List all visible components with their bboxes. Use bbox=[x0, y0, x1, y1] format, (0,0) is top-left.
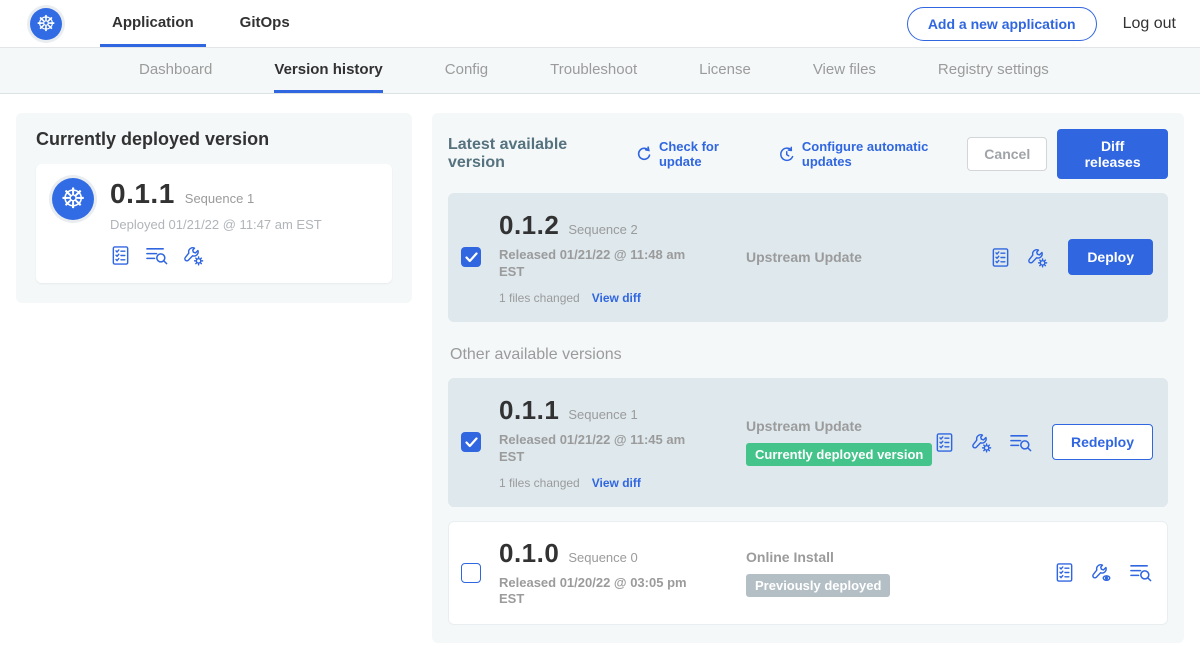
release-notes-icon[interactable] bbox=[934, 432, 955, 453]
latest-version-title: Latest available version bbox=[448, 136, 614, 172]
edit-config-icon[interactable] bbox=[182, 244, 205, 267]
release-notes-icon[interactable] bbox=[1054, 562, 1075, 583]
release-notes-icon[interactable] bbox=[110, 245, 131, 266]
source-label: Upstream Update bbox=[746, 249, 990, 265]
app-sub-nav: Dashboard Version history Config Trouble… bbox=[0, 48, 1200, 94]
tab-application[interactable]: Application bbox=[100, 0, 206, 47]
version-history-panel: Latest available version Check for updat… bbox=[432, 113, 1184, 643]
sequence-label: Sequence 1 bbox=[568, 407, 637, 422]
deployed-version-number: 0.1.1 bbox=[110, 178, 175, 210]
view-diff-link[interactable]: View diff bbox=[592, 476, 641, 490]
check-update-icon bbox=[636, 145, 653, 163]
subnav-tab-config[interactable]: Config bbox=[445, 48, 488, 93]
top-nav-tabs: Application GitOps bbox=[100, 0, 302, 47]
version-actions: Deploy bbox=[990, 239, 1153, 275]
checkmark-icon bbox=[465, 252, 478, 263]
logout-link[interactable]: Log out bbox=[1123, 15, 1176, 33]
version-checkbox[interactable] bbox=[461, 563, 481, 583]
currently-deployed-badge: Currently deployed version bbox=[746, 443, 932, 466]
app-window: ☸ Application GitOps Add a new applicati… bbox=[0, 0, 1200, 634]
version-source: Online Install Previously deployed bbox=[704, 549, 1054, 597]
sequence-label: Sequence 0 bbox=[568, 550, 637, 565]
version-number: 0.1.1 bbox=[499, 395, 559, 426]
version-actions bbox=[1054, 561, 1153, 584]
auto-update-icon bbox=[778, 145, 795, 164]
latest-version-header: Latest available version Check for updat… bbox=[448, 129, 1168, 179]
cancel-button[interactable]: Cancel bbox=[967, 137, 1047, 171]
currently-deployed-card: Currently deployed version ☸ 0.1.1 Seque… bbox=[16, 113, 412, 303]
helm-wheel-glyph: ☸ bbox=[60, 185, 85, 213]
view-files-icon[interactable] bbox=[1128, 562, 1153, 583]
version-number: 0.1.0 bbox=[499, 538, 559, 569]
deployed-version-card: ☸ 0.1.1 Sequence 1 Deployed 01/21/22 @ 1… bbox=[36, 164, 392, 283]
version-info: 0.1.2 Sequence 2 Released 01/21/22 @ 11:… bbox=[499, 210, 704, 305]
subnav-tab-dashboard[interactable]: Dashboard bbox=[139, 48, 212, 93]
main-content: Currently deployed version ☸ 0.1.1 Seque… bbox=[0, 94, 1200, 662]
version-actions: Redeploy bbox=[934, 424, 1153, 460]
released-timestamp: Released 01/20/22 @ 03:05 pm EST bbox=[499, 575, 689, 609]
view-config-icon[interactable] bbox=[1090, 561, 1113, 584]
released-timestamp: Released 01/21/22 @ 11:45 am EST bbox=[499, 432, 689, 466]
view-files-icon[interactable] bbox=[1008, 432, 1033, 453]
checkmark-icon bbox=[465, 437, 478, 448]
top-nav: ☸ Application GitOps Add a new applicati… bbox=[0, 0, 1200, 48]
view-diff-link[interactable]: View diff bbox=[592, 291, 641, 305]
files-changed-label: 1 files changed bbox=[499, 291, 580, 305]
diff-releases-button[interactable]: Diff releases bbox=[1057, 129, 1168, 179]
previously-deployed-badge: Previously deployed bbox=[746, 574, 890, 597]
redeploy-button[interactable]: Redeploy bbox=[1052, 424, 1153, 460]
version-info: 0.1.0 Sequence 0 Released 01/20/22 @ 03:… bbox=[499, 538, 704, 609]
version-source: Upstream Update bbox=[704, 249, 990, 265]
currently-deployed-title: Currently deployed version bbox=[36, 129, 392, 150]
subnav-tab-view-files[interactable]: View files bbox=[813, 48, 876, 93]
version-source: Upstream Update Currently deployed versi… bbox=[704, 418, 934, 466]
version-row-0-1-1: 0.1.1 Sequence 1 Released 01/21/22 @ 11:… bbox=[448, 378, 1168, 507]
add-new-application-button[interactable]: Add a new application bbox=[907, 7, 1097, 41]
version-row-0-1-2: 0.1.2 Sequence 2 Released 01/21/22 @ 11:… bbox=[448, 193, 1168, 322]
files-changed-label: 1 files changed bbox=[499, 476, 580, 490]
edit-config-icon[interactable] bbox=[1026, 246, 1049, 269]
release-notes-icon[interactable] bbox=[990, 247, 1011, 268]
configure-automatic-updates-label: Configure automatic updates bbox=[802, 139, 967, 169]
source-label: Online Install bbox=[746, 549, 1054, 565]
other-versions-heading: Other available versions bbox=[450, 346, 1168, 364]
tab-gitops[interactable]: GitOps bbox=[228, 0, 302, 47]
deploy-button[interactable]: Deploy bbox=[1068, 239, 1153, 275]
edit-config-icon[interactable] bbox=[970, 431, 993, 454]
check-for-update-label: Check for update bbox=[659, 139, 756, 169]
deployed-version-info: 0.1.1 Sequence 1 Deployed 01/21/22 @ 11:… bbox=[110, 178, 322, 267]
deployed-sequence-label: Sequence 1 bbox=[185, 191, 254, 206]
subnav-tab-version-history[interactable]: Version history bbox=[274, 48, 382, 93]
helm-wheel-glyph: ☸ bbox=[36, 13, 56, 35]
configure-automatic-updates-link[interactable]: Configure automatic updates bbox=[778, 139, 967, 169]
view-files-icon[interactable] bbox=[144, 245, 169, 266]
subnav-tab-license[interactable]: License bbox=[699, 48, 751, 93]
subnav-tab-troubleshoot[interactable]: Troubleshoot bbox=[550, 48, 637, 93]
deployed-timestamp: Deployed 01/21/22 @ 11:47 am EST bbox=[110, 217, 322, 232]
check-for-update-link[interactable]: Check for update bbox=[636, 139, 756, 169]
version-checkbox[interactable] bbox=[461, 432, 481, 452]
version-checkbox[interactable] bbox=[461, 247, 481, 267]
version-number: 0.1.2 bbox=[499, 210, 559, 241]
app-kubernetes-icon: ☸ bbox=[52, 178, 94, 220]
kubernetes-logo-icon: ☸ bbox=[30, 8, 62, 40]
released-timestamp: Released 01/21/22 @ 11:48 am EST bbox=[499, 247, 689, 281]
sequence-label: Sequence 2 bbox=[568, 222, 637, 237]
version-row-0-1-0: 0.1.0 Sequence 0 Released 01/20/22 @ 03:… bbox=[448, 521, 1168, 626]
source-label: Upstream Update bbox=[746, 418, 934, 434]
version-info: 0.1.1 Sequence 1 Released 01/21/22 @ 11:… bbox=[499, 395, 704, 490]
subnav-tab-registry-settings[interactable]: Registry settings bbox=[938, 48, 1049, 93]
